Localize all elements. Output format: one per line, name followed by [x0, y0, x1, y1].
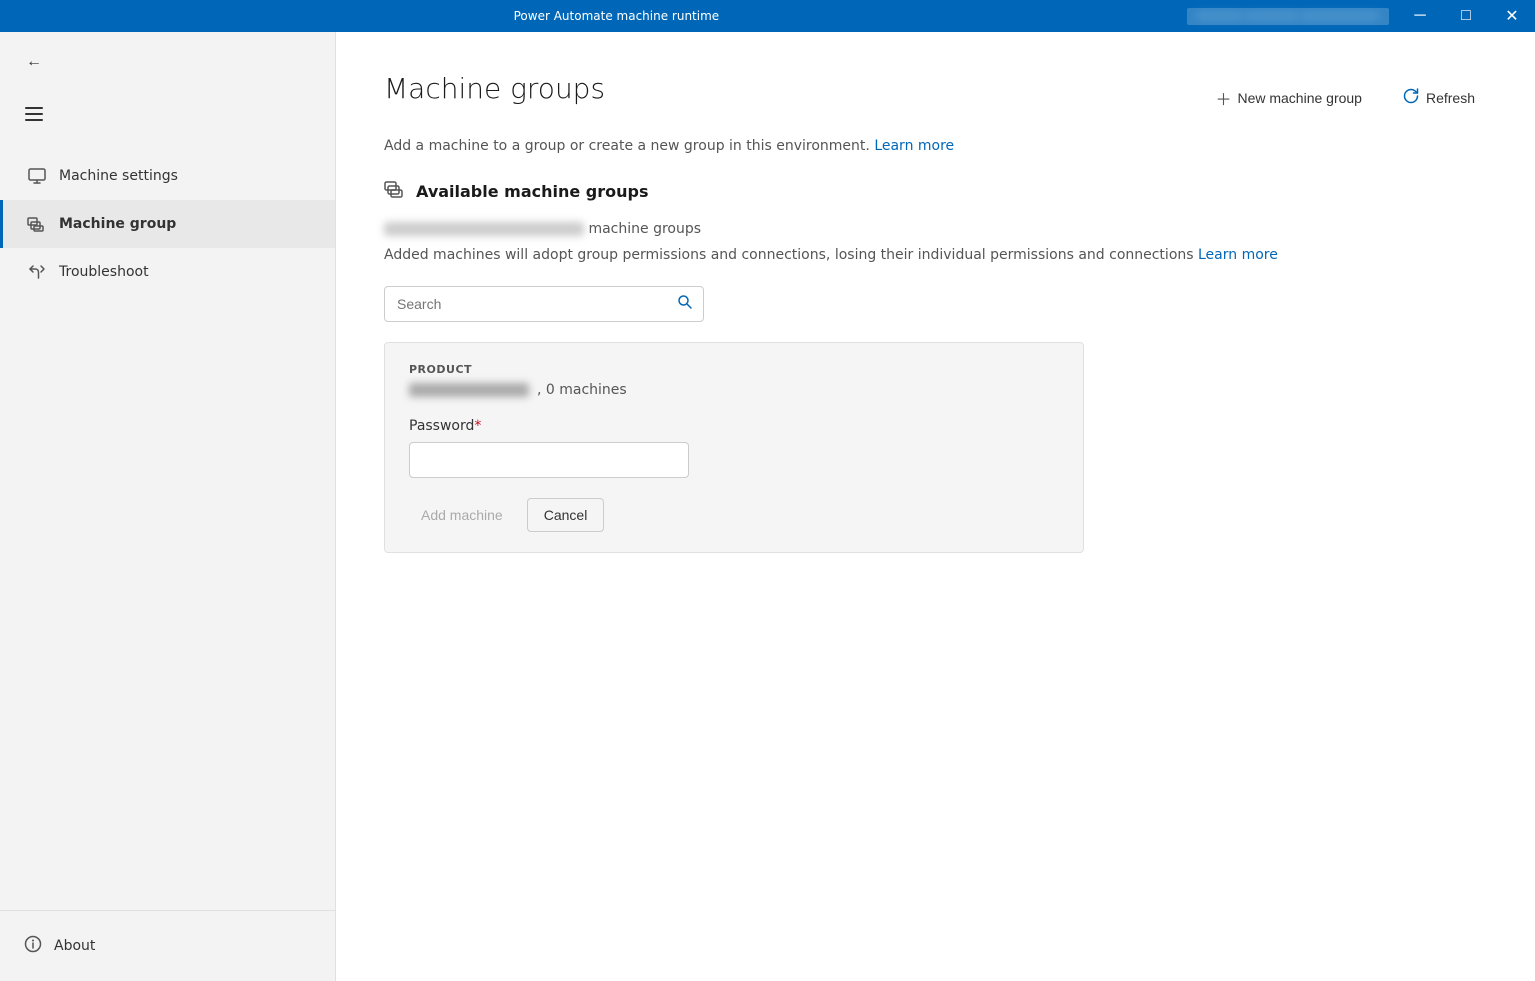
group-card: PRODUCT , 0 machines Password* Add machi… — [384, 342, 1084, 553]
info-text: Added machines will adopt group permissi… — [384, 245, 1487, 266]
content-header: Machine groups ＋ New machine group Refre… — [336, 32, 1535, 138]
sidebar: ← Machine settings — [0, 32, 336, 981]
app-container: ← Machine settings — [0, 32, 1535, 981]
main-content: Machine groups ＋ New machine group Refre… — [336, 32, 1535, 981]
titlebar-controls: ─ □ ✕ — [1397, 0, 1535, 32]
refresh-label: Refresh — [1426, 90, 1475, 106]
about-icon — [24, 935, 42, 957]
subtitle-learn-more-link[interactable]: Learn more — [874, 138, 954, 154]
available-groups-section: Available machine groups machine groups … — [336, 178, 1535, 553]
group-card-header: PRODUCT — [409, 363, 1059, 376]
new-machine-group-button[interactable]: ＋ New machine group — [1203, 78, 1374, 118]
search-icon — [677, 294, 693, 315]
subtitle-text: Add a machine to a group or create a new… — [384, 138, 870, 154]
password-label: Password* — [409, 418, 1059, 434]
info-text-content: Added machines will adopt group permissi… — [384, 247, 1194, 263]
sidebar-nav: Machine settings Machine group — [0, 144, 335, 910]
hamburger-icon — [25, 107, 43, 121]
troubleshoot-icon — [27, 262, 47, 282]
card-actions: Add machine Cancel — [409, 498, 1059, 532]
group-name-row: , 0 machines — [409, 382, 1059, 398]
machine-group-icon — [27, 214, 47, 234]
password-required-indicator: * — [474, 418, 481, 434]
header-actions: ＋ New machine group Refresh — [1203, 72, 1487, 118]
page-title: Machine groups — [384, 72, 605, 105]
sidebar-item-label: Machine settings — [59, 168, 178, 184]
sidebar-item-about[interactable]: About — [24, 927, 311, 965]
group-name-blurred — [409, 383, 529, 397]
section-title: Available machine groups — [416, 182, 649, 201]
sidebar-item-machine-group[interactable]: Machine group — [0, 200, 335, 248]
search-bar-container — [384, 286, 1487, 322]
add-machine-button[interactable]: Add machine — [409, 499, 515, 531]
sidebar-top: ← — [0, 32, 335, 92]
group-machines-count: , 0 machines — [537, 382, 627, 398]
refresh-button[interactable]: Refresh — [1390, 79, 1487, 118]
env-suffix: machine groups — [588, 221, 701, 237]
back-icon: ← — [26, 53, 42, 71]
about-label: About — [54, 938, 95, 954]
sidebar-item-label: Troubleshoot — [59, 264, 149, 280]
env-info: machine groups — [384, 221, 1487, 237]
titlebar: Power Automate machine runtime ••••••• •… — [0, 0, 1535, 32]
titlebar-user: ••••••• •••••••• •••••••••••• — [1187, 8, 1389, 25]
new-machine-group-label: New machine group — [1237, 90, 1362, 106]
password-input[interactable] — [409, 442, 689, 478]
cancel-button[interactable]: Cancel — [527, 498, 605, 532]
info-learn-more-link[interactable]: Learn more — [1198, 247, 1278, 263]
sidebar-item-machine-settings[interactable]: Machine settings — [0, 152, 335, 200]
search-button[interactable] — [667, 286, 703, 322]
machine-groups-section-icon — [384, 178, 406, 205]
plus-icon: ＋ — [1215, 86, 1231, 110]
search-input[interactable] — [385, 296, 667, 312]
hamburger-button[interactable] — [16, 96, 52, 132]
close-button[interactable]: ✕ — [1489, 0, 1535, 32]
machine-settings-icon — [27, 166, 47, 186]
sidebar-item-label: Machine group — [59, 216, 176, 232]
refresh-icon — [1402, 87, 1420, 110]
section-header: Available machine groups — [384, 178, 1487, 205]
sidebar-bottom: About — [0, 910, 335, 981]
back-button[interactable]: ← — [16, 44, 52, 80]
search-bar — [384, 286, 704, 322]
env-blurred — [384, 222, 584, 236]
sidebar-item-troubleshoot[interactable]: Troubleshoot — [0, 248, 335, 296]
maximize-button[interactable]: □ — [1443, 0, 1489, 32]
minimize-button[interactable]: ─ — [1397, 0, 1443, 32]
titlebar-title: Power Automate machine runtime — [46, 9, 1187, 23]
content-subtitle: Add a machine to a group or create a new… — [336, 138, 1535, 178]
